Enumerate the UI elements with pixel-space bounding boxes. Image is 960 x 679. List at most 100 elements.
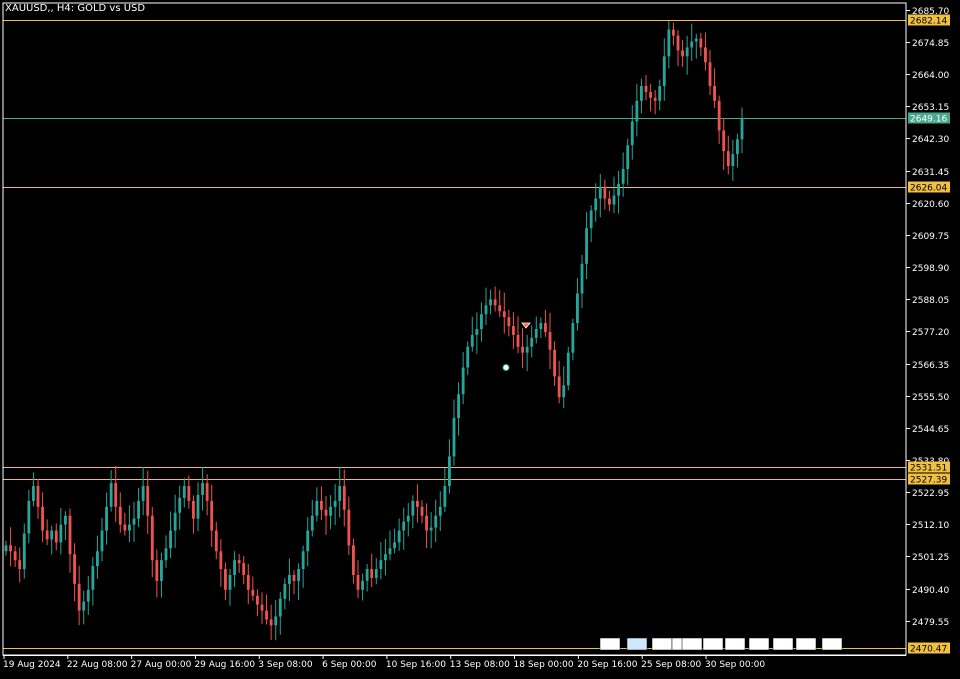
- candle[interactable]: [740, 107, 744, 154]
- candle[interactable]: [379, 542, 383, 580]
- candle[interactable]: [580, 254, 584, 309]
- candle[interactable]: [594, 183, 598, 222]
- candle[interactable]: [562, 366, 566, 409]
- candle[interactable]: [525, 334, 529, 371]
- candle[interactable]: [512, 312, 515, 349]
- candle[interactable]: [219, 539, 223, 587]
- candle[interactable]: [352, 538, 355, 584]
- candle[interactable]: [178, 485, 182, 530]
- candle[interactable]: [150, 507, 154, 578]
- candle[interactable]: [109, 470, 113, 512]
- candle[interactable]: [274, 599, 278, 641]
- candle[interactable]: [416, 484, 419, 523]
- candle[interactable]: [717, 95, 721, 144]
- candle[interactable]: [201, 467, 204, 511]
- candle[interactable]: [338, 467, 342, 518]
- candle[interactable]: [260, 592, 264, 624]
- candle[interactable]: [667, 21, 671, 69]
- candle[interactable]: [644, 75, 648, 101]
- candle[interactable]: [685, 35, 689, 75]
- candle[interactable]: [480, 302, 483, 342]
- candle[interactable]: [242, 555, 246, 585]
- candle[interactable]: [324, 495, 328, 535]
- candle[interactable]: [310, 500, 314, 537]
- candle[interactable]: [256, 589, 259, 617]
- candle[interactable]: [571, 318, 575, 361]
- candle[interactable]: [681, 40, 684, 67]
- candle[interactable]: [603, 179, 607, 210]
- candle[interactable]: [333, 484, 337, 526]
- candle[interactable]: [457, 382, 460, 436]
- candle[interactable]: [589, 205, 593, 243]
- candle[interactable]: [91, 556, 95, 606]
- candle[interactable]: [726, 135, 730, 175]
- candle[interactable]: [36, 479, 40, 519]
- candle[interactable]: [105, 492, 108, 545]
- candle[interactable]: [530, 325, 534, 358]
- candle[interactable]: [507, 309, 511, 337]
- candle[interactable]: [722, 118, 726, 171]
- candle[interactable]: [617, 170, 620, 214]
- candle[interactable]: [196, 482, 200, 532]
- candle[interactable]: [544, 309, 547, 337]
- candle[interactable]: [315, 487, 319, 522]
- candle[interactable]: [539, 317, 543, 338]
- candle[interactable]: [438, 491, 442, 531]
- candle[interactable]: [640, 78, 643, 114]
- candle[interactable]: [452, 399, 456, 466]
- candle[interactable]: [228, 568, 232, 606]
- candle[interactable]: [77, 565, 81, 626]
- candle[interactable]: [182, 478, 186, 508]
- candle[interactable]: [237, 554, 241, 573]
- candle[interactable]: [347, 496, 351, 555]
- candle[interactable]: [45, 519, 49, 546]
- candle[interactable]: [146, 470, 150, 534]
- candle[interactable]: [128, 505, 131, 543]
- candle[interactable]: [301, 545, 305, 588]
- candle[interactable]: [4, 540, 8, 556]
- candle[interactable]: [192, 495, 195, 534]
- candle[interactable]: [502, 292, 506, 334]
- candle[interactable]: [41, 492, 44, 543]
- candle[interactable]: [461, 352, 465, 405]
- candle[interactable]: [265, 594, 268, 625]
- candle[interactable]: [493, 286, 497, 312]
- candle[interactable]: [269, 604, 273, 640]
- candle[interactable]: [516, 316, 520, 354]
- candle[interactable]: [566, 346, 570, 391]
- candle[interactable]: [73, 543, 76, 602]
- candle[interactable]: [475, 312, 479, 354]
- candle[interactable]: [576, 278, 579, 331]
- candle[interactable]: [489, 289, 492, 315]
- candle[interactable]: [54, 523, 58, 551]
- candle[interactable]: [406, 503, 410, 537]
- candle[interactable]: [32, 472, 35, 507]
- candle[interactable]: [434, 499, 438, 543]
- candle[interactable]: [233, 551, 236, 588]
- candle[interactable]: [402, 507, 406, 550]
- candle[interactable]: [114, 465, 118, 523]
- candle[interactable]: [393, 528, 396, 554]
- candle[interactable]: [283, 578, 287, 610]
- candle[interactable]: [534, 316, 538, 344]
- candle[interactable]: [132, 501, 136, 542]
- candle[interactable]: [164, 535, 168, 568]
- candle[interactable]: [388, 530, 392, 561]
- candle[interactable]: [214, 521, 218, 560]
- candle[interactable]: [585, 212, 588, 280]
- chart-window[interactable]: 2685.70 2674.85 2664.00 2653.15 2642.30 2631.…: [0, 0, 960, 675]
- candle[interactable]: [210, 484, 214, 547]
- candle[interactable]: [224, 562, 227, 601]
- candle[interactable]: [626, 138, 630, 186]
- candle[interactable]: [548, 312, 552, 369]
- candle[interactable]: [649, 84, 652, 112]
- candle[interactable]: [676, 30, 680, 67]
- candle[interactable]: [635, 84, 639, 137]
- candle[interactable]: [484, 287, 488, 326]
- candle[interactable]: [187, 475, 191, 509]
- candle[interactable]: [251, 576, 255, 601]
- candle[interactable]: [82, 590, 86, 625]
- candle[interactable]: [356, 560, 360, 599]
- candle[interactable]: [612, 176, 616, 214]
- candle[interactable]: [205, 474, 209, 516]
